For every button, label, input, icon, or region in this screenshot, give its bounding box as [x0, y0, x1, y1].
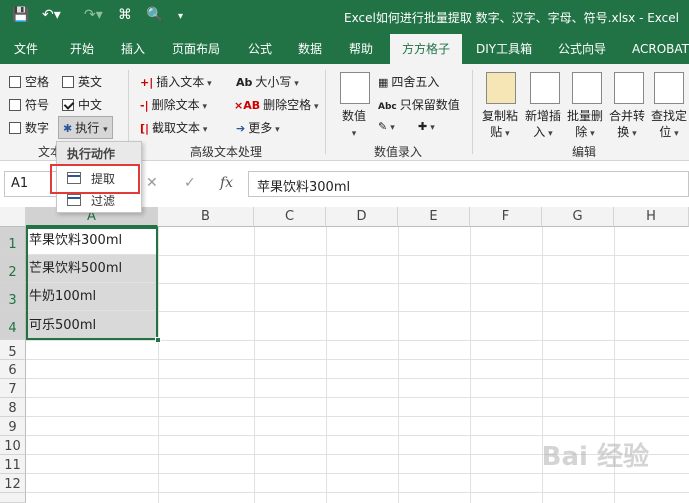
tab-formulas[interactable]: 公式: [248, 34, 272, 64]
tab-diy-toolbox[interactable]: DIY工具箱: [476, 34, 532, 64]
checkbox-chinese[interactable]: 中文: [62, 96, 102, 113]
undo-icon[interactable]: ↶▾: [42, 7, 61, 23]
copy-paste-icon: [486, 72, 516, 104]
add-dropdown-button[interactable]: ✚ ▾: [418, 119, 435, 133]
tab-home[interactable]: 开始: [70, 34, 94, 64]
extract-text-icon: [|: [140, 122, 150, 135]
divider: [472, 70, 473, 154]
group-label-edit: 编辑: [572, 145, 597, 159]
tab-formula-wizard[interactable]: 公式向导: [558, 34, 606, 64]
value-button[interactable]: 数值 ▾: [342, 108, 366, 142]
window-title: Excel如何进行批量提取 数字、汉字、字母、符号.xlsx - Excel: [344, 11, 679, 25]
row-header[interactable]: 12: [0, 474, 26, 493]
print-preview-icon[interactable]: 🔍: [146, 7, 163, 23]
keep-value-icon: Abc: [378, 102, 397, 112]
row-header[interactable]: 5: [0, 340, 26, 360]
select-all-corner[interactable]: [0, 207, 26, 227]
batch-delete-icon: [572, 72, 602, 104]
value-icon: [340, 72, 370, 104]
merge-icon: [614, 72, 644, 104]
cancel-icon[interactable]: ✕: [146, 175, 158, 191]
title-bar: 💾 ↶▾ ↷▾ ⌘ 🔍 ▾ Excel如何进行批量提取 数字、汉字、字母、符号.…: [0, 0, 689, 34]
camera-icon[interactable]: ⌘: [118, 7, 132, 23]
delete-text-icon: -|: [140, 99, 149, 112]
column-header[interactable]: F: [470, 207, 542, 227]
checkbox-english[interactable]: 英文: [62, 73, 102, 90]
execute-button[interactable]: ✱ 执行 ▾: [58, 116, 113, 139]
function-icon[interactable]: fx: [220, 175, 233, 191]
find-icon: [654, 72, 684, 104]
edit-dropdown-button[interactable]: ✎ ▾: [378, 119, 395, 133]
row-header[interactable]: 11: [0, 455, 26, 474]
insert-text-icon: +|: [140, 76, 154, 89]
formula-input[interactable]: 苹果饮料300ml: [248, 171, 689, 197]
checkbox-symbol[interactable]: 符号: [9, 96, 49, 113]
tab-fangfang[interactable]: 方方格子: [390, 34, 463, 64]
ribbon-tabs: 文件 开始 插入 页面布局 公式 数据 帮助 方方格子 DIY工具箱 公式向导 …: [0, 34, 689, 64]
divider: [325, 70, 326, 154]
row-header[interactable]: 7: [0, 379, 26, 398]
checkbox-space[interactable]: 空格: [9, 73, 49, 90]
group-label-numeric: 数值录入: [374, 145, 423, 159]
copy-paste-button[interactable]: 复制粘贴 ▾: [482, 108, 518, 142]
confirm-icon[interactable]: ✓: [184, 175, 196, 191]
batch-delete-button[interactable]: 批量删除 ▾: [567, 108, 603, 142]
tab-acrobat[interactable]: ACROBAT: [632, 34, 689, 64]
row-header[interactable]: 8: [0, 398, 26, 417]
case-button[interactable]: Ab 大小写 ▾: [236, 73, 299, 90]
group-label-advanced: 高级文本处理: [190, 145, 263, 159]
row-header[interactable]: 4: [0, 311, 26, 340]
pencil-icon: ✎: [378, 120, 388, 133]
extract-text-button[interactable]: [| 截取文本 ▾: [140, 119, 207, 136]
delete-space-icon: ×AB: [234, 99, 261, 112]
column-header[interactable]: G: [542, 207, 614, 227]
column-header[interactable]: C: [254, 207, 326, 227]
keep-value-button[interactable]: Abc 只保留数值: [378, 96, 460, 113]
column-header[interactable]: B: [158, 207, 254, 227]
insert-text-button[interactable]: +| 插入文本 ▾: [140, 73, 212, 90]
column-header[interactable]: E: [398, 207, 470, 227]
plus-icon: ✚: [418, 120, 428, 133]
menu-header: 执行动作: [57, 142, 141, 164]
tab-data[interactable]: 数据: [298, 34, 322, 64]
redo-icon[interactable]: ↷▾: [84, 7, 103, 23]
customize-toolbar-icon[interactable]: ▾: [178, 11, 183, 22]
more-button[interactable]: ➔ 更多 ▾: [236, 119, 280, 136]
round-icon: ▦: [378, 76, 389, 89]
save-icon[interactable]: 💾: [12, 7, 29, 23]
arrow-right-icon: ➔: [236, 122, 246, 135]
highlight-box: [50, 164, 140, 194]
column-header[interactable]: H: [614, 207, 689, 227]
case-icon: Ab: [236, 76, 253, 89]
checkbox-number[interactable]: 数字: [9, 119, 49, 136]
filter-icon: [67, 194, 81, 206]
fill-handle[interactable]: [155, 337, 161, 343]
round-button[interactable]: ▦ 四舍五入: [378, 73, 439, 90]
insert-new-button[interactable]: 新增插入 ▾: [525, 108, 561, 142]
delete-text-button[interactable]: -| 删除文本 ▾: [140, 96, 207, 113]
tab-help[interactable]: 帮助: [349, 34, 373, 64]
row-header[interactable]: 1: [0, 227, 26, 255]
watermark: Bai 经验: [541, 442, 649, 472]
row-header[interactable]: 2: [0, 255, 26, 283]
merge-button[interactable]: 合并转换 ▾: [609, 108, 645, 142]
delete-space-button[interactable]: ×AB 删除空格 ▾: [234, 96, 319, 113]
tab-page-layout[interactable]: 页面布局: [172, 34, 220, 64]
tab-file[interactable]: 文件: [14, 34, 38, 64]
row-header[interactable]: 3: [0, 283, 26, 311]
find-button[interactable]: 查找定位 ▾: [651, 108, 687, 142]
row-header[interactable]: [0, 493, 26, 503]
row-header[interactable]: 10: [0, 436, 26, 455]
row-header[interactable]: 6: [0, 360, 26, 379]
execute-icon: ✱: [63, 122, 73, 135]
column-header[interactable]: D: [326, 207, 398, 227]
row-header[interactable]: 9: [0, 417, 26, 436]
tab-insert[interactable]: 插入: [121, 34, 145, 64]
insert-new-icon: [530, 72, 560, 104]
